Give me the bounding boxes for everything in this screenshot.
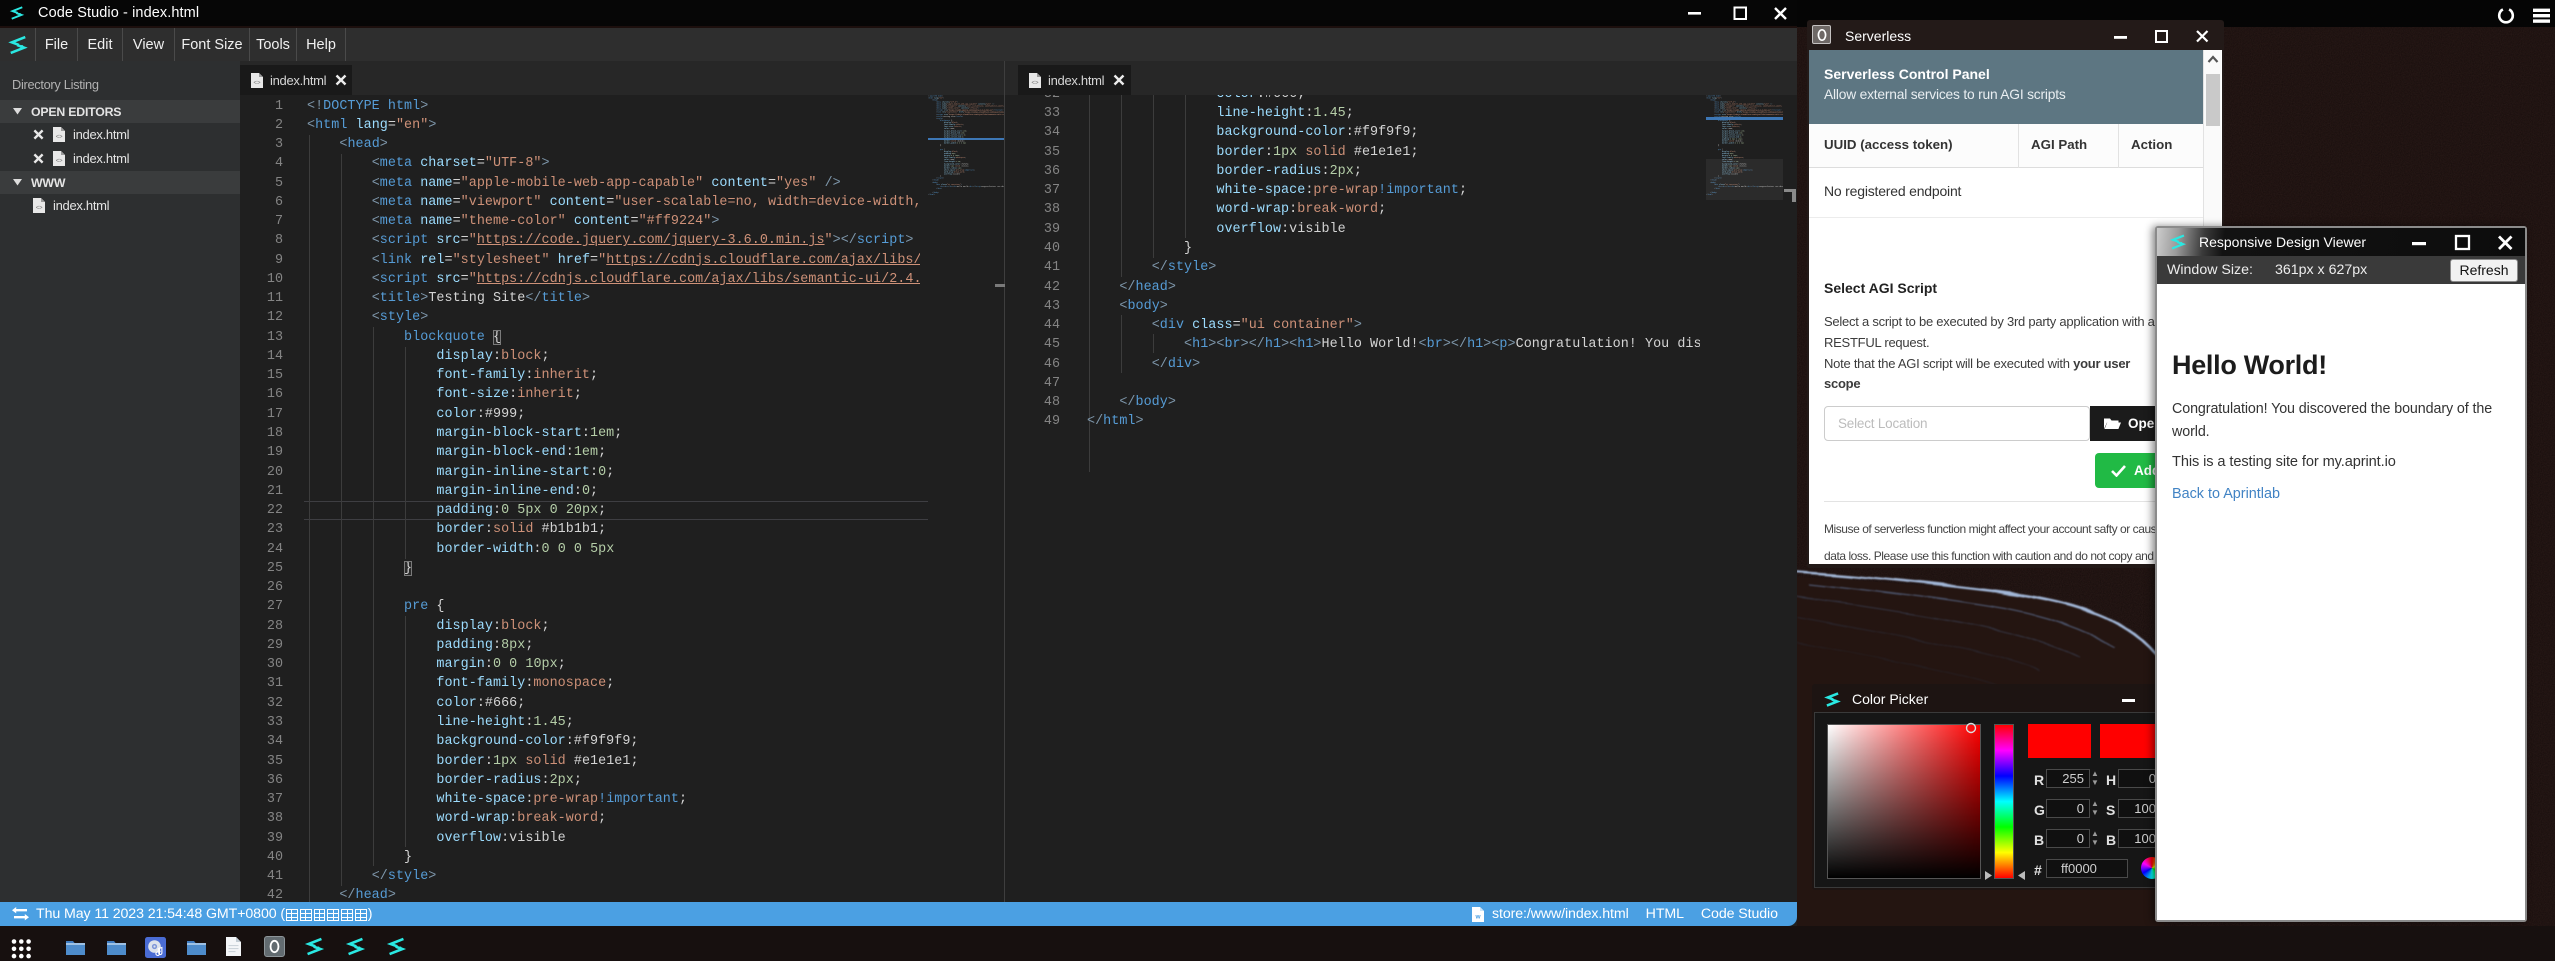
svg-text:<>: <> [56, 135, 63, 141]
svg-text:<>: <> [36, 206, 43, 212]
svg-text:<>: <> [1031, 80, 1039, 86]
svg-text:<>: <> [56, 158, 63, 164]
svg-text:<>: <> [253, 80, 261, 86]
svg-text:w: w [1475, 913, 1482, 920]
